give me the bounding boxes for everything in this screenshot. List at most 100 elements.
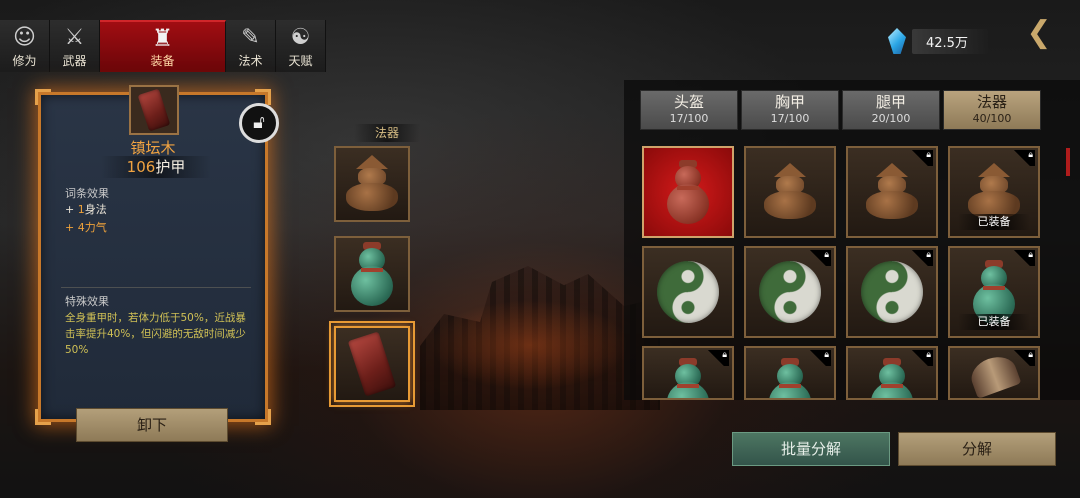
tab-label: 天赋 (288, 54, 313, 68)
bulk-decompose-button[interactable]: 批量分解 (732, 432, 890, 466)
tab-count: 20/100 (871, 112, 911, 125)
card-corner (255, 409, 271, 425)
tab-legs[interactable]: 腿甲 20/100 (842, 90, 940, 130)
jade-gourd-icon (351, 242, 393, 306)
inventory-item[interactable]: 🔒︎ (948, 346, 1040, 400)
tab-helmet[interactable]: 头盔 17/100 (640, 90, 738, 130)
equipped-badge: 已装备 (958, 214, 1030, 230)
stat-prefix: + 4 (65, 221, 85, 234)
tab-label: 头盔 (673, 93, 704, 111)
tab-label: 腿甲 (875, 93, 906, 111)
affix-title: 词条效果 (65, 187, 109, 200)
background-fire-glow (430, 300, 630, 390)
slot-category-label: 法器 (354, 124, 420, 142)
top-nav: ☺ 修为 ⚔ 武器 ♜ 装备 ✎ 法术 ☯ 天赋 (0, 20, 326, 72)
stat-prefix: + (65, 203, 78, 216)
stat-value: 1 (77, 203, 85, 216)
weapon-icon: ⚔ (64, 25, 85, 50)
inventory-tabs: 头盔 17/100 胸甲 17/100 腿甲 20/100 法器 40/100 (640, 90, 1041, 130)
currency-display: 42.5万 (888, 28, 988, 54)
talent-icon: ☯ (290, 25, 311, 50)
jade-gourd-icon (871, 358, 913, 398)
item-thumbnail (129, 85, 179, 135)
tab-equipment[interactable]: ♜ 装备 (100, 20, 226, 72)
inventory-scrollbar[interactable] (1066, 148, 1070, 176)
divider (61, 287, 251, 288)
decompose-button[interactable]: 分解 (898, 432, 1056, 466)
tab-count: 17/100 (669, 112, 709, 125)
inventory-item[interactable]: 🔒︎ 已装备 (948, 246, 1040, 338)
item-detail-card: 🔓︎ 镇坛木 106护甲 词条效果 + 1身法 + 4力气 特殊效果 全身重甲时… (35, 85, 279, 425)
tab-cultivation[interactable]: ☺ 修为 (0, 20, 50, 72)
item-name: 镇坛木 (130, 139, 176, 157)
inventory-panel: 头盔 17/100 胸甲 17/100 腿甲 20/100 法器 40/100 … (624, 80, 1080, 400)
card-corner (35, 409, 51, 425)
tab-count: 40/100 (972, 112, 1012, 125)
pagoda-urn-icon (964, 163, 1024, 221)
tab-label: 修为 (12, 54, 37, 68)
lock-icon: 🔒︎ (1013, 350, 1035, 366)
equipment-icon: ♜ (151, 24, 174, 52)
armor-value: 106护甲 (101, 156, 211, 178)
equipped-badge: 已装备 (958, 314, 1030, 330)
armor-number: 106 (126, 158, 156, 176)
lock-icon: 🔒︎ (809, 350, 831, 366)
spirit-crystal-icon (888, 28, 906, 54)
stat-line: + 1身法 (65, 201, 107, 217)
tab-artifact[interactable]: 法器 40/100 (943, 90, 1041, 130)
equip-slot-1[interactable] (334, 146, 410, 222)
stat-name: 身法 (84, 203, 107, 216)
special-title: 特殊效果 (65, 295, 109, 308)
lock-icon: 🔒︎ (809, 250, 831, 266)
lock-icon: 🔒︎ (911, 350, 933, 366)
equip-slot-2[interactable] (334, 236, 410, 312)
inventory-item[interactable] (744, 146, 836, 238)
yinyang-jade-icon (657, 261, 719, 323)
inventory-item[interactable]: 🔒︎ (846, 246, 938, 338)
tab-weapon[interactable]: ⚔ 武器 (50, 20, 100, 72)
spell-icon: ✎ (241, 25, 260, 50)
lock-icon: 🔒︎ (1013, 250, 1035, 266)
tab-spell[interactable]: ✎ 法术 (226, 20, 276, 72)
tab-label: 武器 (62, 54, 87, 68)
yinyang-jade-icon (861, 261, 923, 323)
cultivation-icon: ☺ (13, 25, 36, 50)
red-gourd-icon (667, 160, 709, 224)
unequip-button[interactable]: 卸下 (76, 408, 228, 442)
tab-label: 法术 (238, 54, 263, 68)
inventory-item[interactable]: 🔒︎ (846, 146, 938, 238)
inventory-item[interactable]: 🔒︎ (642, 346, 734, 400)
tab-label: 胸甲 (774, 93, 805, 111)
pagoda-urn-icon (862, 163, 922, 221)
pagoda-urn-icon (342, 155, 402, 213)
special-effect-text: 全身重甲时，若体力低于50%，近战暴击率提升40%，但闪避的无敌时间减少50% (65, 312, 246, 356)
lock-icon: 🔒︎ (911, 250, 933, 266)
tab-count: 17/100 (770, 112, 810, 125)
inventory-item[interactable]: 🔒︎ (744, 246, 836, 338)
stat-line: + 4力气 (65, 219, 107, 235)
inventory-item[interactable] (642, 146, 734, 238)
jade-gourd-icon (667, 358, 709, 398)
tab-label: 法器 (976, 93, 1007, 111)
inventory-item[interactable]: 🔒︎ (846, 346, 938, 400)
armor-label: 护甲 (155, 158, 186, 176)
back-arrow-icon: ❮ (1026, 15, 1052, 50)
pagoda-urn-icon (760, 163, 820, 221)
lock-icon: 🔒︎ (707, 350, 729, 366)
inventory-item[interactable]: 🔒︎ 已装备 (948, 146, 1040, 238)
jade-gourd-icon (769, 358, 811, 398)
inventory-item[interactable]: 🔒︎ (744, 346, 836, 400)
equip-slot-3[interactable] (329, 321, 415, 407)
unlock-icon: 🔓︎ (253, 112, 265, 133)
lock-icon: 🔒︎ (911, 150, 933, 166)
tab-label: 装备 (150, 54, 175, 68)
lock-icon: 🔒︎ (1013, 150, 1035, 166)
back-button[interactable]: ❮ (1020, 14, 1058, 52)
card-corner (35, 89, 51, 105)
tab-talent[interactable]: ☯ 天赋 (276, 20, 326, 72)
currency-amount: 42.5万 (912, 28, 988, 54)
zhentan-wood-icon (347, 331, 397, 397)
inventory-item[interactable] (642, 246, 734, 338)
tab-chest[interactable]: 胸甲 17/100 (741, 90, 839, 130)
zhentan-wood-icon (137, 88, 171, 132)
